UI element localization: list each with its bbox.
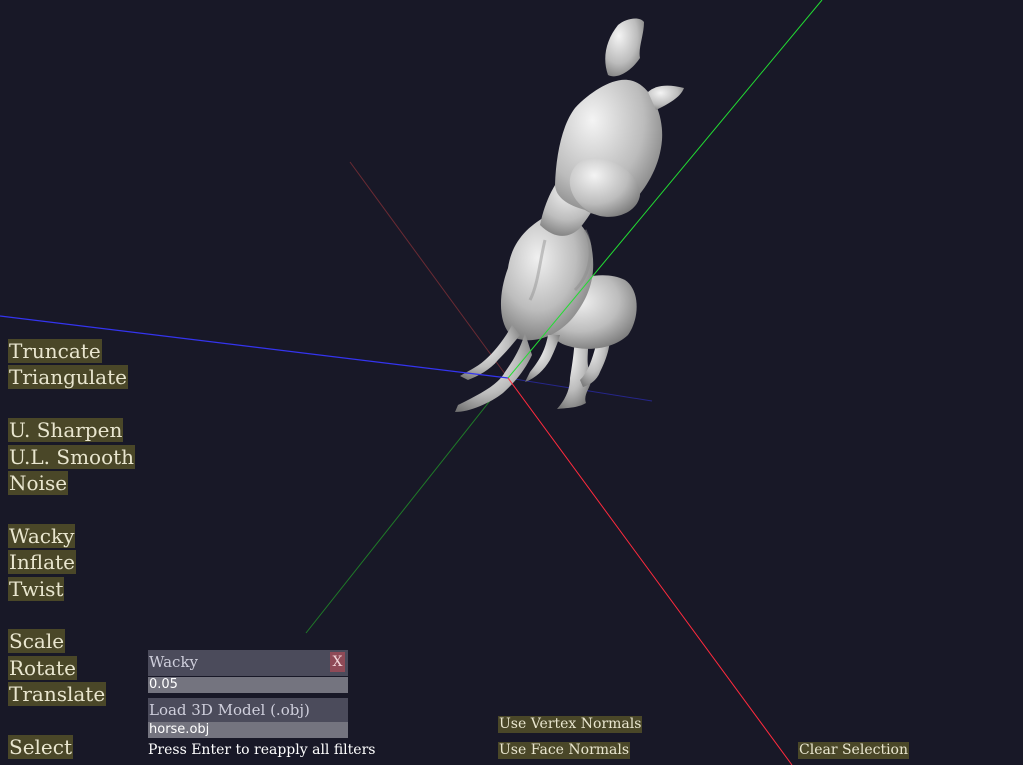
clear-selection-button[interactable]: Clear Selection — [798, 742, 909, 759]
load-model-label: Load 3D Model (.obj) — [148, 698, 348, 724]
reapply-hint: Press Enter to reapply all filters — [148, 742, 376, 758]
sharpen-button[interactable]: U. Sharpen — [8, 418, 124, 442]
axis-x-positive — [507, 377, 793, 765]
triangulate-button[interactable]: Triangulate — [8, 365, 128, 389]
translate-button[interactable]: Translate — [8, 682, 107, 706]
filter-panel-header: Wacky X — [148, 650, 348, 676]
twist-button[interactable]: Twist — [8, 577, 65, 601]
wacky-button[interactable]: Wacky — [8, 524, 76, 548]
model-filename-input[interactable] — [148, 722, 348, 738]
truncate-button[interactable]: Truncate — [8, 339, 102, 363]
select-button[interactable]: Select — [8, 735, 74, 759]
axis-y-negative — [305, 377, 509, 634]
scale-button[interactable]: Scale — [8, 629, 66, 653]
use-vertex-normals-button[interactable]: Use Vertex Normals — [498, 716, 643, 733]
filter-amount-input[interactable] — [148, 677, 348, 693]
axis-x-negative — [349, 161, 509, 379]
filter-panel-title: Wacky — [149, 653, 199, 671]
noise-button[interactable]: Noise — [8, 471, 69, 495]
rotate-button[interactable]: Rotate — [8, 656, 77, 680]
inflate-button[interactable]: Inflate — [8, 550, 76, 574]
close-panel-button[interactable]: X — [330, 652, 345, 672]
smooth-button[interactable]: U.L. Smooth — [8, 445, 136, 469]
use-face-normals-button[interactable]: Use Face Normals — [498, 742, 631, 759]
